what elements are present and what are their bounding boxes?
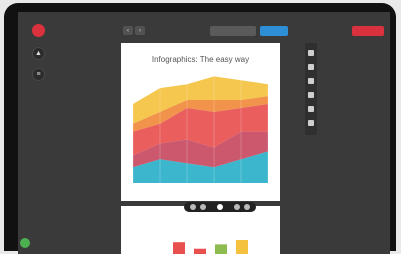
bar [215, 244, 227, 254]
chevron-right-icon: › [139, 27, 141, 34]
menu-icon[interactable]: ≡ [32, 68, 45, 81]
zoom-next-icon[interactable] [234, 204, 240, 210]
bar [236, 240, 248, 254]
zoom-out-icon[interactable] [190, 204, 196, 210]
chevron-left-icon: ‹ [127, 27, 129, 34]
document-page[interactable]: Infographics: The easy way [121, 43, 280, 201]
zoom-fit-icon[interactable] [217, 204, 223, 210]
map-icon[interactable] [308, 106, 314, 112]
chart-icon[interactable] [308, 78, 314, 84]
tool-palette [305, 43, 317, 135]
bar-chart[interactable] [121, 206, 280, 254]
app-screen: ▲ ≡ ‹ › Infographics: The easy way [18, 12, 390, 254]
zoom-prev-icon[interactable] [200, 204, 206, 210]
text-icon[interactable] [308, 50, 314, 56]
sign-in-button[interactable] [352, 26, 384, 36]
bar [173, 242, 185, 254]
bar [194, 248, 206, 254]
zoom-in-icon[interactable] [244, 204, 250, 210]
zoom-bar [184, 202, 256, 212]
redo-button[interactable]: › [135, 26, 145, 35]
image-icon[interactable] [308, 64, 314, 70]
preview-button[interactable] [210, 26, 256, 36]
area-chart[interactable] [121, 43, 280, 201]
share-button[interactable] [260, 26, 288, 36]
upload-icon[interactable] [308, 120, 314, 126]
home-icon[interactable]: ▲ [32, 47, 45, 60]
undo-button[interactable]: ‹ [123, 26, 133, 35]
document-page-2[interactable] [121, 206, 280, 254]
laptop-frame: ▲ ≡ ‹ › Infographics: The easy way [4, 3, 396, 254]
shape-icon[interactable] [308, 92, 314, 98]
help-icon[interactable] [20, 238, 30, 248]
logo-icon[interactable] [32, 24, 45, 37]
